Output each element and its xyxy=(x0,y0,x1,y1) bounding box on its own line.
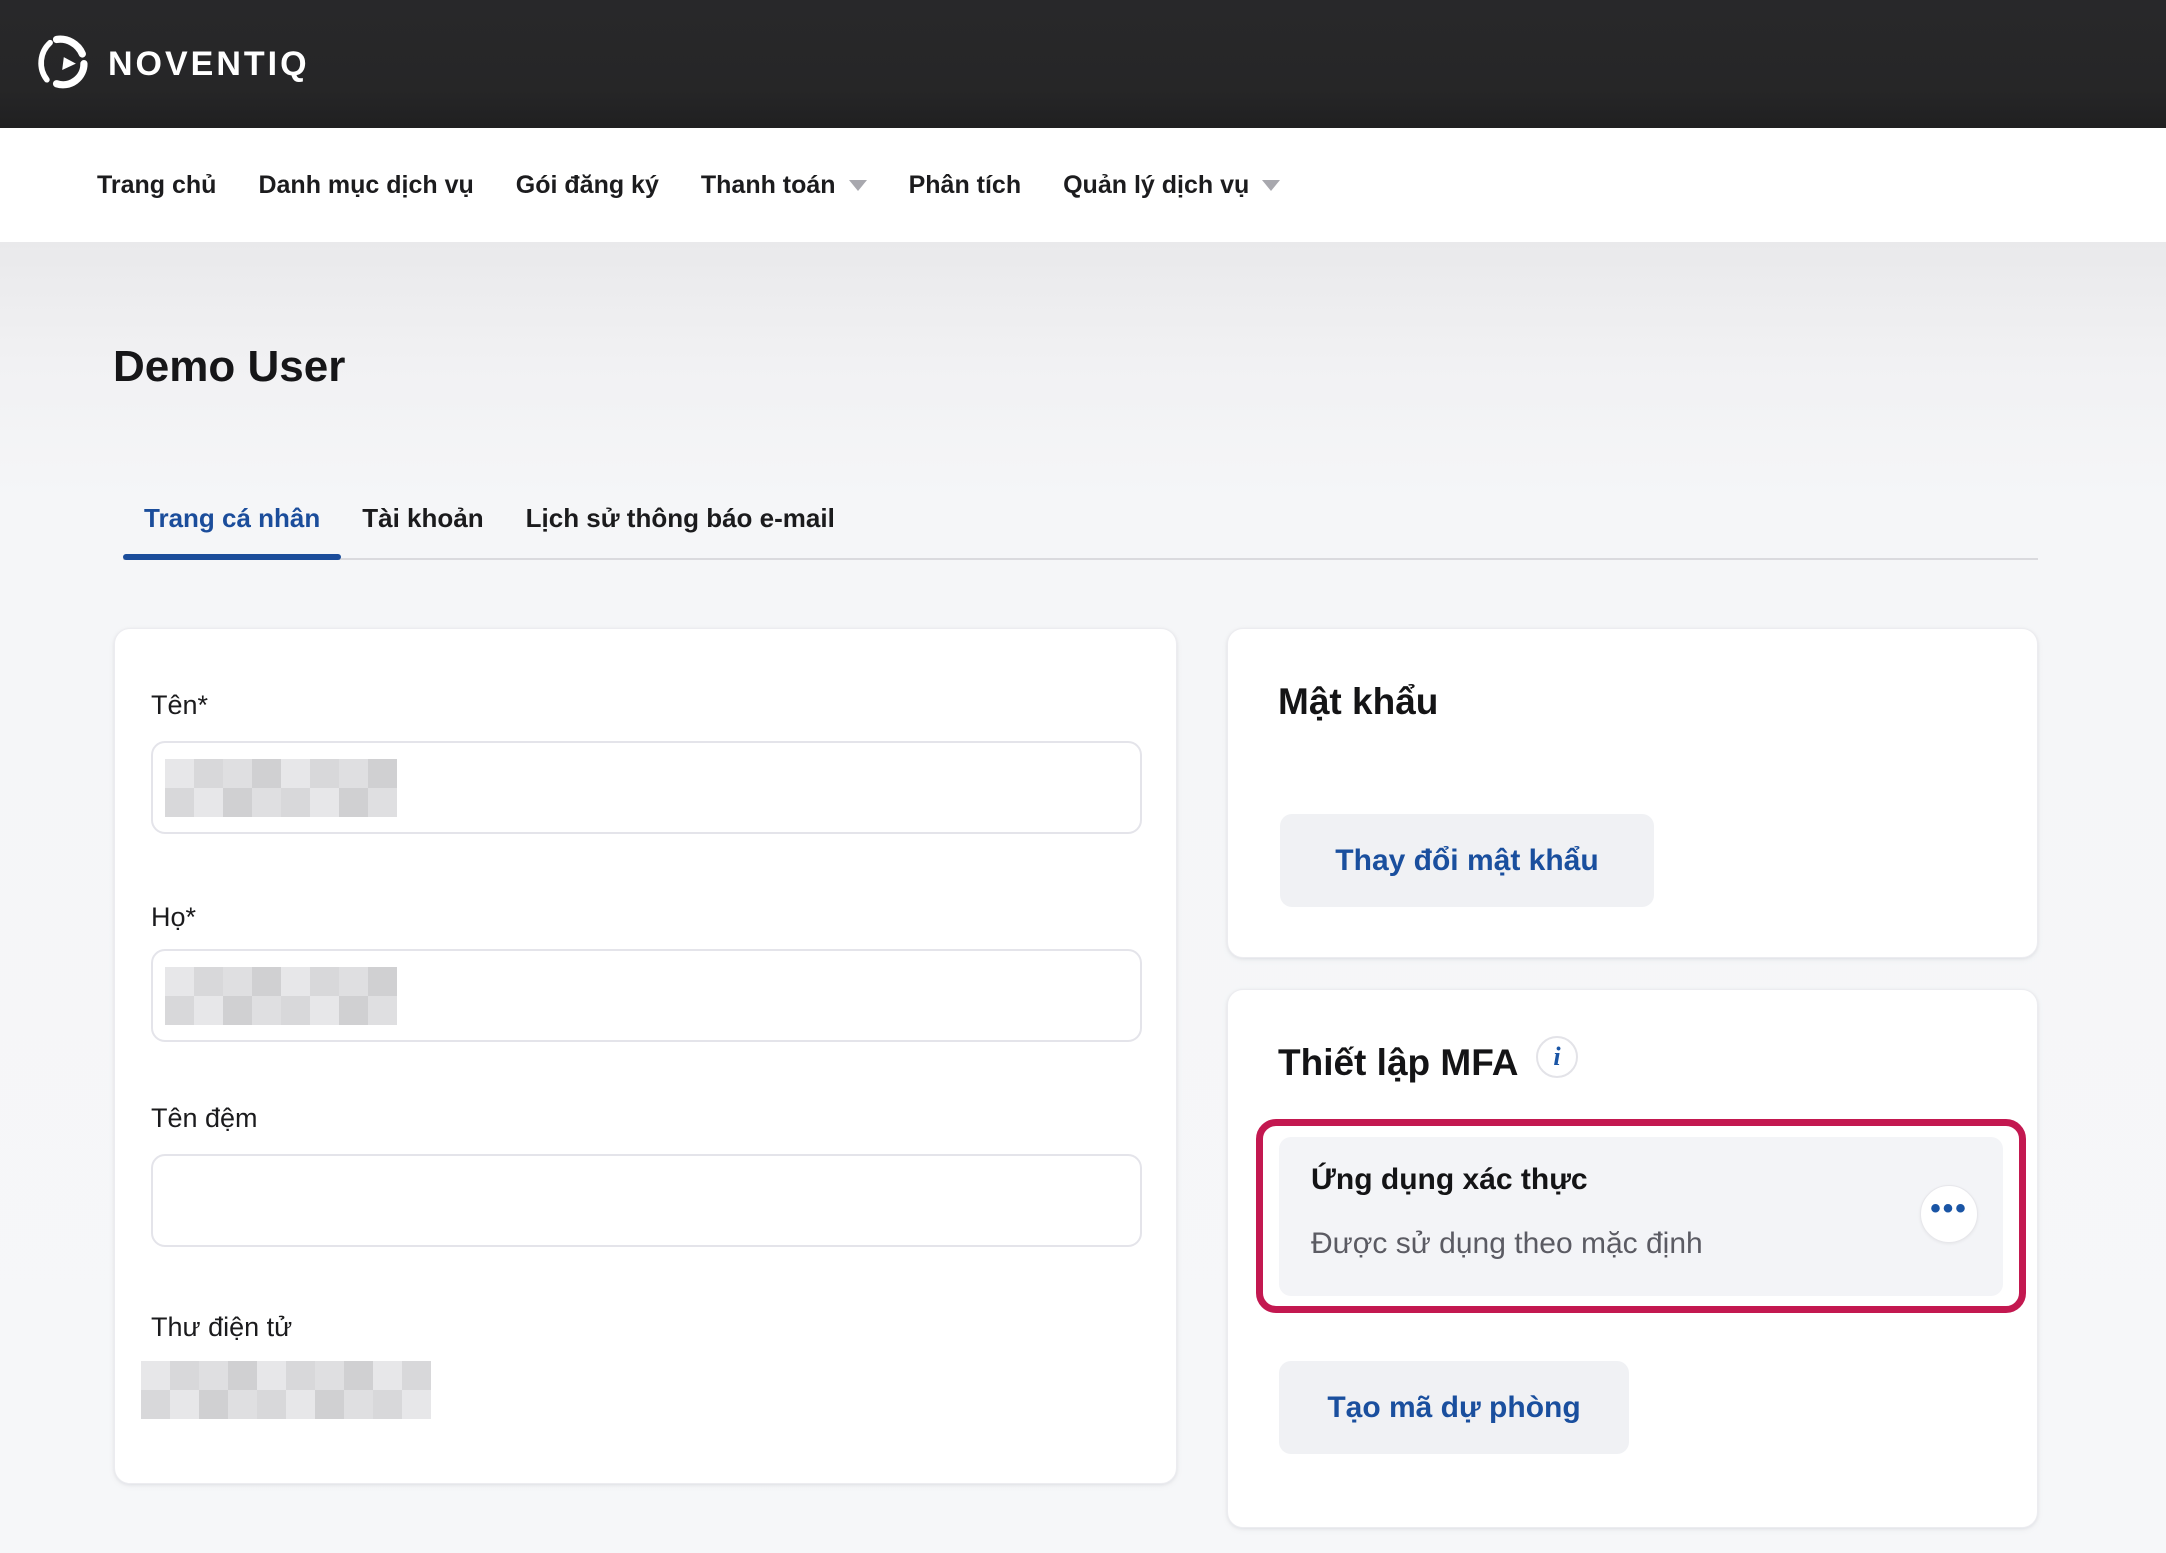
nav-item-label: Thanh toán xyxy=(701,171,836,200)
tab-profile[interactable]: Trang cá nhân xyxy=(123,502,341,557)
content-area: Demo User Trang cá nhân Tài khoản Lịch s… xyxy=(0,242,2166,1553)
nav-item-home[interactable]: Trang chủ xyxy=(97,171,216,200)
email-redacted-value xyxy=(141,1361,431,1419)
mfa-method-highlight: Ứng dụng xác thực Được sử dụng theo mặc … xyxy=(1256,1119,2026,1313)
tab-email-notification-history[interactable]: Lịch sử thông báo e-mail xyxy=(505,502,856,557)
middle-name-field[interactable] xyxy=(151,1154,1142,1247)
tab-account[interactable]: Tài khoản xyxy=(341,502,504,557)
chevron-down-icon xyxy=(849,180,867,191)
chevron-down-icon xyxy=(1262,180,1280,191)
last-name-field[interactable] xyxy=(151,949,1142,1042)
nav-item-service-management[interactable]: Quản lý dịch vụ xyxy=(1063,171,1280,200)
noventiq-logo-icon xyxy=(34,31,92,98)
mfa-card: Thiết lập MFA i Ứng dụng xác thực Được s… xyxy=(1227,989,2038,1528)
middle-name-label: Tên đệm xyxy=(151,1102,258,1134)
first-name-field[interactable] xyxy=(151,741,1142,834)
last-name-label: Họ* xyxy=(151,901,196,933)
profile-form-card: Tên* Họ* Tên đệm Thư điện tử xyxy=(114,628,1177,1484)
change-password-button[interactable]: Thay đổi mật khẩu xyxy=(1280,814,1654,907)
mfa-card-title: Thiết lập MFA xyxy=(1278,1040,1519,1086)
first-name-label: Tên* xyxy=(151,689,208,721)
page: NOVENTIQ Trang chủ Danh mục dịch vụ Gói … xyxy=(0,0,2166,1553)
brand-name: NOVENTIQ xyxy=(108,45,310,84)
email-label: Thư điện tử xyxy=(151,1311,292,1343)
mfa-method-item: Ứng dụng xác thực Được sử dụng theo mặc … xyxy=(1279,1137,2003,1296)
nav-item-label: Phân tích xyxy=(909,171,1022,200)
info-icon[interactable]: i xyxy=(1536,1036,1578,1078)
nav-item-service-catalog[interactable]: Danh mục dịch vụ xyxy=(258,171,473,200)
mfa-method-name: Ứng dụng xác thực xyxy=(1311,1163,1588,1197)
brand-logo[interactable]: NOVENTIQ xyxy=(34,31,310,98)
nav-item-label: Trang chủ xyxy=(97,171,216,200)
more-options-button[interactable]: ••• xyxy=(1920,1185,1978,1243)
nav-item-label: Danh mục dịch vụ xyxy=(258,171,473,200)
password-card: Mật khẩu Thay đổi mật khẩu xyxy=(1227,628,2038,958)
page-title: Demo User xyxy=(113,342,345,392)
tab-bar: Trang cá nhân Tài khoản Lịch sử thông bá… xyxy=(123,502,856,557)
redacted-value xyxy=(165,759,397,817)
ellipsis-icon: ••• xyxy=(1930,1199,1968,1219)
tabs-divider xyxy=(123,558,2038,560)
main-nav: Trang chủ Danh mục dịch vụ Gói đăng ký T… xyxy=(0,128,2166,242)
mfa-method-status: Được sử dụng theo mặc định xyxy=(1311,1227,1703,1261)
nav-item-label: Gói đăng ký xyxy=(516,171,659,200)
nav-item-billing[interactable]: Thanh toán xyxy=(701,171,867,200)
nav-item-analytics[interactable]: Phân tích xyxy=(909,171,1022,200)
app-header: NOVENTIQ xyxy=(0,0,2166,128)
nav-item-subscriptions[interactable]: Gói đăng ký xyxy=(516,171,659,200)
nav-item-label: Quản lý dịch vụ xyxy=(1063,171,1249,200)
generate-backup-codes-button[interactable]: Tạo mã dự phòng xyxy=(1279,1361,1629,1454)
redacted-value xyxy=(165,967,397,1025)
password-card-title: Mật khẩu xyxy=(1278,679,1438,725)
